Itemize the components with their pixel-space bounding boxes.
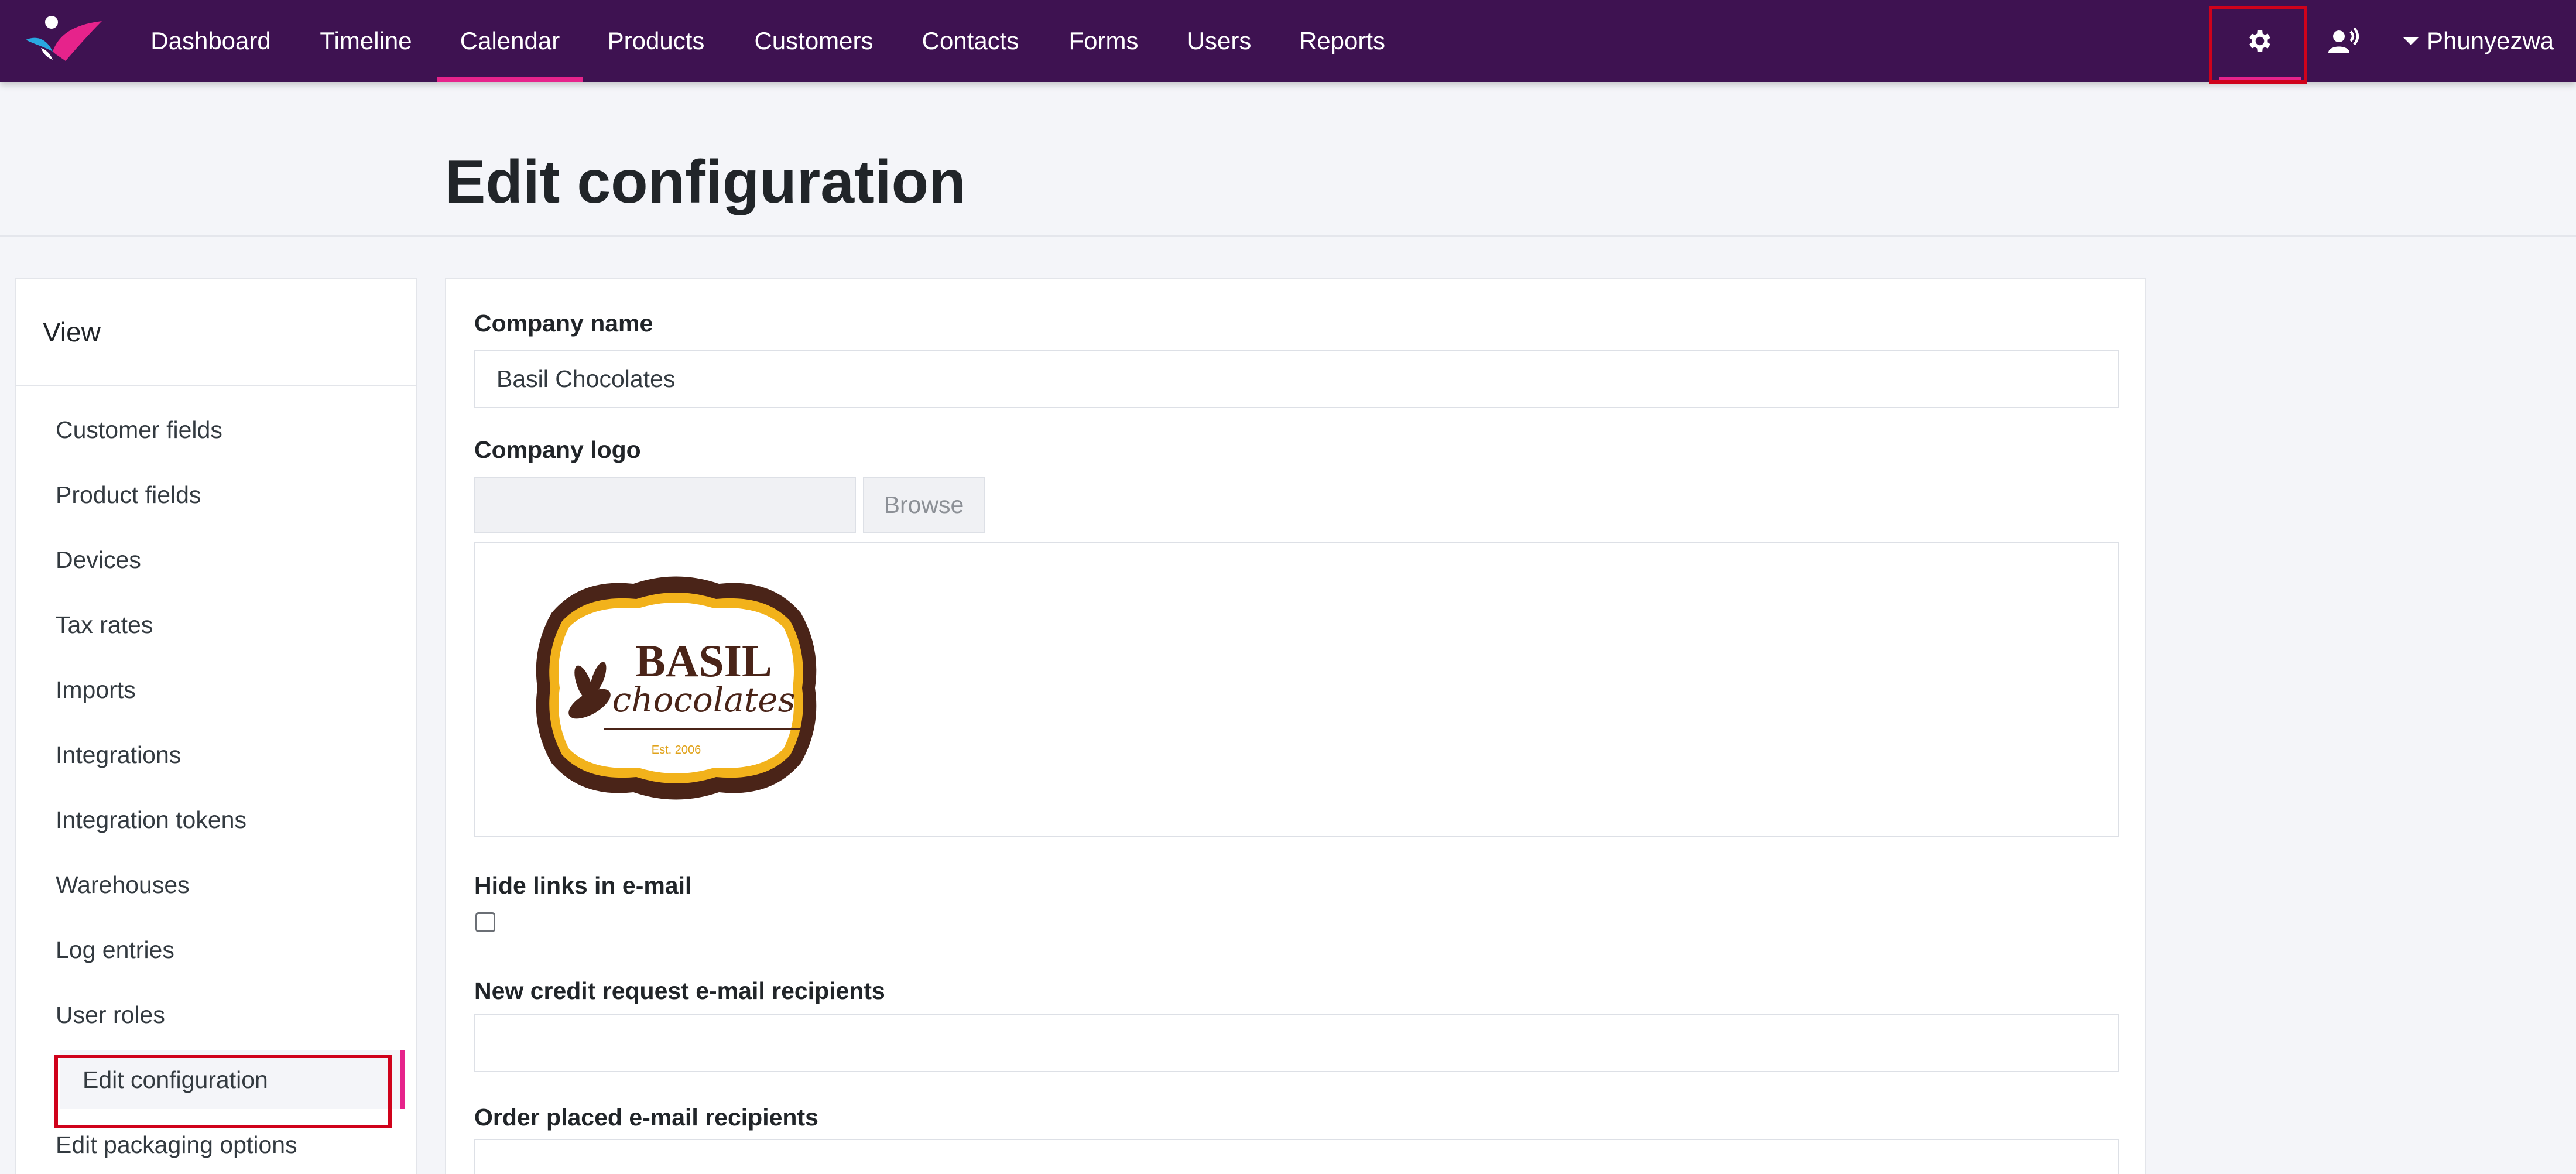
order-placed-recipients-input[interactable] [474, 1139, 2119, 1174]
settings-sidebar: View Customer fields Product fields Devi… [15, 278, 417, 1174]
sidebar-item-devices[interactable]: Devices [56, 530, 141, 589]
user-menu[interactable]: Phunyezwa [2403, 0, 2554, 82]
sidebar-header: View [16, 279, 416, 386]
page-header: Edit configuration [0, 82, 2576, 237]
sidebar-item-log-entries[interactable]: Log entries [56, 920, 174, 979]
company-logo-file-input[interactable] [474, 477, 856, 533]
nav-forms[interactable]: Forms [1066, 0, 1142, 82]
sidebar-item-integration-tokens[interactable]: Integration tokens [56, 790, 246, 849]
sidebar-item-user-roles[interactable]: User roles [56, 985, 165, 1044]
credit-request-recipients-label: New credit request e-mail recipients [474, 977, 885, 1004]
nav-dashboard[interactable]: Dashboard [143, 0, 278, 82]
nav-products[interactable]: Products [599, 0, 713, 82]
caret-down-icon [2403, 37, 2419, 45]
hide-links-checkbox[interactable] [475, 912, 495, 932]
nav-calendar[interactable]: Calendar [437, 0, 583, 82]
voice-support-button[interactable] [2315, 0, 2374, 82]
sidebar-item-integrations[interactable]: Integrations [56, 725, 181, 784]
nav-users[interactable]: Users [1183, 0, 1256, 82]
logo-text-chocolates: chocolates [612, 680, 796, 720]
sidebar-item-customer-fields[interactable]: Customer fields [56, 401, 222, 459]
user-name: Phunyezwa [2427, 27, 2554, 54]
logo-text-basil: BASIL [635, 635, 772, 686]
nav-contacts[interactable]: Contacts [916, 0, 1025, 82]
sidebar-item-warehouses[interactable]: Warehouses [56, 855, 190, 914]
sidebar-item-imports[interactable]: Imports [56, 660, 136, 719]
app-logo[interactable] [23, 13, 105, 66]
logo-text-est: Est. 2006 [652, 744, 701, 757]
configuration-form: Company name Basil Chocolates Company lo… [445, 278, 2146, 1174]
nav-customers[interactable]: Customers [749, 0, 878, 82]
sidebar-item-product-fields[interactable]: Product fields [56, 466, 201, 524]
hide-links-label: Hide links in e-mail [474, 872, 692, 899]
settings-highlight-box [2209, 6, 2307, 84]
company-logo-label: Company logo [474, 436, 641, 463]
sidebar-title: View [43, 317, 101, 347]
browse-button[interactable]: Browse [863, 477, 985, 533]
nav-reports[interactable]: Reports [1294, 0, 1390, 82]
active-item-highlight-box [54, 1055, 392, 1128]
order-placed-recipients-label: Order placed e-mail recipients [474, 1104, 818, 1131]
top-navbar: Dashboard Timeline Calendar Products Cus… [0, 0, 2576, 84]
company-name-label: Company name [474, 310, 653, 337]
nav-timeline[interactable]: Timeline [307, 0, 424, 82]
page-title: Edit configuration [445, 148, 966, 216]
basil-chocolates-logo: BASIL chocolates Est. 2006 [536, 576, 817, 800]
user-voice-icon [2328, 27, 2359, 53]
company-logo-preview: BASIL chocolates Est. 2006 [474, 542, 2119, 837]
credit-request-recipients-input[interactable] [474, 1014, 2119, 1072]
company-name-input[interactable]: Basil Chocolates [474, 350, 2119, 408]
sidebar-item-tax-rates[interactable]: Tax rates [56, 595, 153, 654]
